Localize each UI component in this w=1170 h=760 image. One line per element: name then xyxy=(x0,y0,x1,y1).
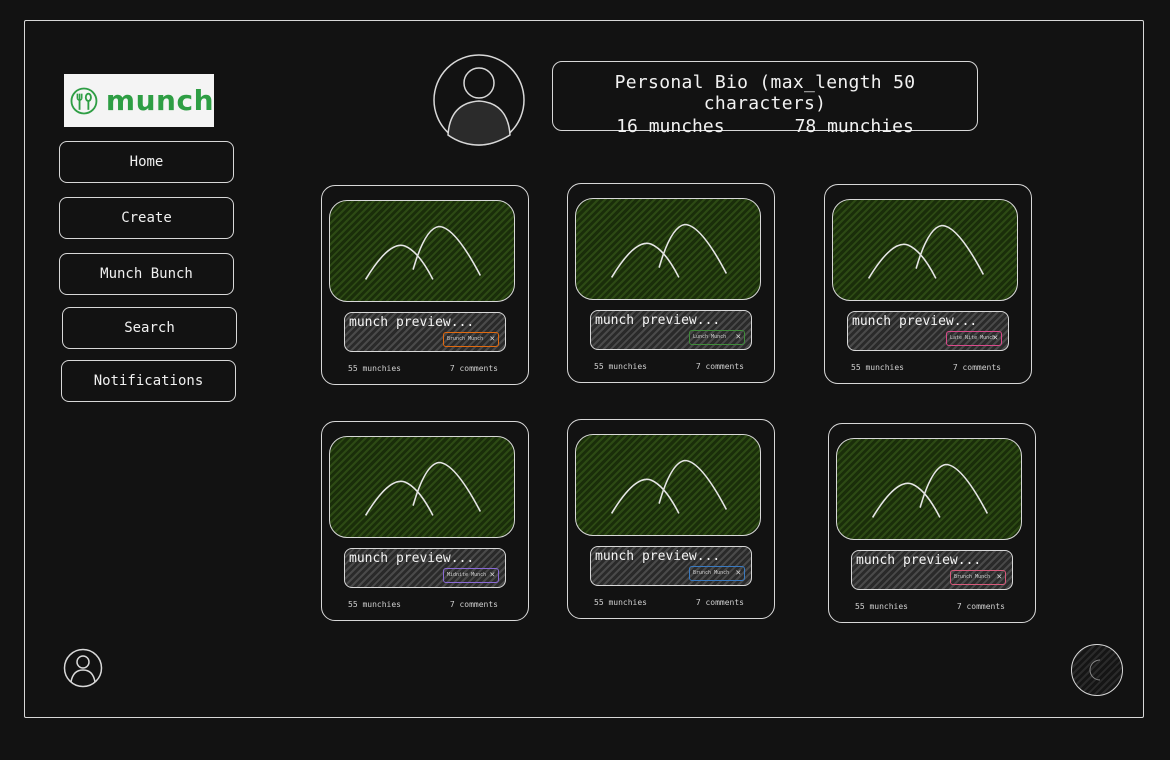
user-icon[interactable] xyxy=(63,648,103,688)
munch-category-tag[interactable]: Brunch Munch ✕ xyxy=(443,332,499,347)
close-icon[interactable]: ✕ xyxy=(736,567,741,579)
munchies-stat[interactable]: 55 munchies xyxy=(851,363,904,372)
moon-icon xyxy=(1089,659,1101,681)
munch-preview[interactable]: munch preview... Late Nite Munch ✕ xyxy=(847,311,1009,351)
nav-create-button[interactable]: Create xyxy=(59,197,234,239)
comments-stat[interactable]: 7 comments xyxy=(450,600,498,609)
munch-card[interactable]: munch preview... Brunch Munch ✕ 55 munch… xyxy=(321,185,529,385)
mountain-image-icon[interactable] xyxy=(836,438,1022,540)
munch-preview-text: munch preview... xyxy=(856,553,982,568)
profile-bio: Personal Bio (max_length 50 characters) xyxy=(614,72,916,114)
munch-card[interactable]: munch preview... Brunch Munch ✕ 55 munch… xyxy=(828,423,1036,623)
munch-preview[interactable]: munch preview... Brunch Munch ✕ xyxy=(851,550,1013,590)
comments-stat[interactable]: 7 comments xyxy=(696,362,744,371)
comments-stat[interactable]: 7 comments xyxy=(696,598,744,607)
munchies-stat[interactable]: 55 munchies xyxy=(594,362,647,371)
mountain-image-icon[interactable] xyxy=(575,434,761,536)
munch-card[interactable]: munch preview... Late Nite Munch ✕ 55 mu… xyxy=(824,184,1032,384)
comments-stat[interactable]: 7 comments xyxy=(953,363,1001,372)
nav-search-button[interactable]: Search xyxy=(62,307,237,349)
munch-preview[interactable]: munch preview... Lunch Munch ✕ xyxy=(590,310,752,350)
comments-stat[interactable]: 7 comments xyxy=(957,602,1005,611)
munches-count[interactable]: 16 munches xyxy=(616,116,724,137)
munch-preview-text: munch preview... xyxy=(852,314,978,329)
mountain-image-icon[interactable] xyxy=(575,198,761,300)
mountain-image-icon[interactable] xyxy=(329,436,515,538)
close-icon[interactable]: ✕ xyxy=(490,333,495,345)
user-avatar-icon[interactable] xyxy=(432,53,526,147)
munch-category-tag[interactable]: Late Nite Munch ✕ xyxy=(946,331,1002,346)
munch-preview[interactable]: munch preview... Midnite Munch ✕ xyxy=(344,548,506,588)
fork-spoon-icon xyxy=(70,87,98,114)
munch-category-tag[interactable]: Brunch Munch ✕ xyxy=(689,566,745,581)
munch-card[interactable]: munch preview... Brunch Munch ✕ 55 munch… xyxy=(567,419,775,619)
munch-category-label: Late Nite Munch xyxy=(950,335,996,341)
munchies-stat[interactable]: 55 munchies xyxy=(855,602,908,611)
munchies-stat[interactable]: 55 munchies xyxy=(348,600,401,609)
nav-notifications-button[interactable]: Notifications xyxy=(61,360,236,402)
munch-category-tag[interactable]: Brunch Munch ✕ xyxy=(950,570,1006,585)
munch-category-label: Brunch Munch xyxy=(693,570,730,576)
mountain-image-icon[interactable] xyxy=(832,199,1018,301)
close-icon[interactable]: ✕ xyxy=(490,569,495,581)
close-icon[interactable]: ✕ xyxy=(736,331,741,343)
theme-toggle-button[interactable] xyxy=(1071,644,1123,696)
nav-home-button[interactable]: Home xyxy=(59,141,234,183)
munch-preview-text: munch preview... xyxy=(595,313,721,328)
munch-category-label: Brunch Munch xyxy=(447,336,484,342)
brand-name: munch xyxy=(105,84,214,117)
comments-stat[interactable]: 7 comments xyxy=(450,364,498,373)
munch-category-tag[interactable]: Midnite Munch ✕ xyxy=(443,568,499,583)
munch-card[interactable]: munch preview... Lunch Munch ✕ 55 munchi… xyxy=(567,183,775,383)
nav-munch-bunch-button[interactable]: Munch Bunch xyxy=(59,253,234,295)
munch-preview-text: munch preview... xyxy=(595,549,721,564)
munchies-stat[interactable]: 55 munchies xyxy=(348,364,401,373)
munch-preview[interactable]: munch preview... Brunch Munch ✕ xyxy=(344,312,506,352)
munchies-stat[interactable]: 55 munchies xyxy=(594,598,647,607)
munch-category-tag[interactable]: Lunch Munch ✕ xyxy=(689,330,745,345)
munchies-count[interactable]: 78 munchies xyxy=(795,116,914,137)
close-icon[interactable]: ✕ xyxy=(997,571,1002,583)
brand-logo[interactable]: munch xyxy=(64,74,214,127)
munch-category-label: Brunch Munch xyxy=(954,574,991,580)
munch-category-label: Midnite Munch xyxy=(447,572,487,578)
munch-preview-text: munch preview... xyxy=(349,551,475,566)
mountain-image-icon[interactable] xyxy=(329,200,515,302)
profile-bio-box: Personal Bio (max_length 50 characters) … xyxy=(552,61,978,137)
munch-preview[interactable]: munch preview... Brunch Munch ✕ xyxy=(590,546,752,586)
close-icon[interactable]: ✕ xyxy=(993,332,998,344)
munch-category-label: Lunch Munch xyxy=(693,334,727,340)
munch-preview-text: munch preview... xyxy=(349,315,475,330)
munch-card[interactable]: munch preview... Midnite Munch ✕ 55 munc… xyxy=(321,421,529,621)
